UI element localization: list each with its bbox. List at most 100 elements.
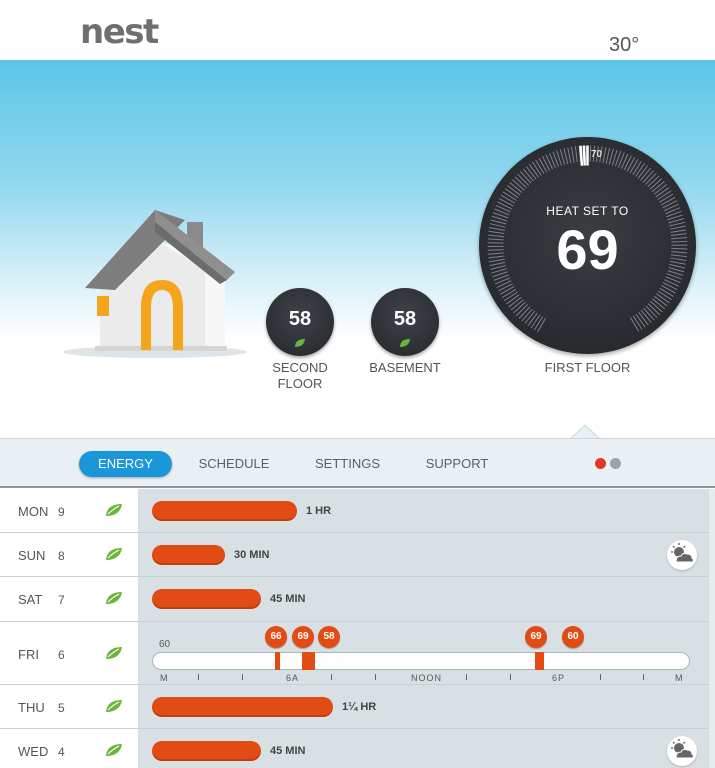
energy-history-list: MON 9 1 HR SUN 8 30 MIN SAT 7 45 MIN FRI… [0, 489, 715, 768]
partly-cloudy-icon[interactable] [667, 540, 697, 570]
dial-tick [626, 157, 636, 172]
thermostat-second-floor[interactable]: 58 [266, 288, 334, 356]
dial-tick [647, 175, 660, 188]
tab-settings[interactable]: SETTINGS [305, 451, 390, 477]
timeline-tick [375, 674, 376, 680]
day-timeline [152, 652, 690, 670]
dial-marker-label: 70 [591, 149, 603, 160]
timeline-label: 6P [552, 673, 566, 683]
energy-row-fri[interactable]: FRI 6 60 66 69 58 69 60 M 6A NOON 6P M [0, 622, 715, 685]
thermostat-first-floor[interactable]: 70 HEAT SET TO 69 [479, 137, 696, 354]
dial-tick [503, 291, 518, 302]
heat-mode-label: HEAT SET TO [546, 204, 629, 218]
energy-row-thu[interactable]: THU 5 1¼ HR [0, 685, 715, 729]
basement-temp: 58 [393, 308, 417, 330]
usage-label: 1¼ HR [342, 701, 377, 713]
set-temperature: 69 [556, 218, 619, 281]
second-floor-temp: 58 [288, 308, 312, 330]
dial-tick [571, 146, 575, 163]
energy-row-sun[interactable]: SUN 8 30 MIN [0, 533, 715, 577]
dial-tick [630, 317, 640, 332]
setpoint-marker[interactable]: 60 [562, 626, 584, 648]
timeline-tick [242, 674, 243, 680]
setpoint-marker[interactable]: 69 [292, 626, 314, 648]
usage-bar [152, 545, 225, 565]
dial-tick [521, 308, 533, 322]
dial-tick [623, 155, 632, 171]
dial-tick [642, 170, 655, 183]
dial-tick [518, 306, 531, 319]
dial-tick [530, 314, 541, 329]
setpoint-marker[interactable]: 69 [525, 626, 547, 648]
timeline-tick [331, 674, 332, 680]
dial-tick [638, 311, 649, 326]
dial-tick [535, 159, 545, 174]
timeline-tick [600, 674, 601, 680]
dial-tick [657, 290, 672, 301]
leaf-icon [106, 744, 122, 756]
usage-label: 30 MIN [234, 549, 270, 561]
dial-tick [525, 166, 537, 180]
tab-energy[interactable]: ENERGY [79, 451, 172, 477]
nest-logo[interactable]: nest [80, 12, 159, 52]
first-floor-label: FIRST FLOOR [544, 360, 631, 375]
energy-row-wed[interactable]: WED 4 45 MIN [0, 729, 715, 768]
heating-segment [275, 652, 280, 670]
thermostat-basement[interactable]: 58 [371, 288, 439, 356]
dial-tick [649, 178, 663, 190]
tab-support[interactable]: SUPPORT [415, 451, 499, 477]
page-dot[interactable] [610, 458, 621, 469]
selection-notch [570, 424, 600, 439]
dial-tick [605, 147, 611, 164]
tab-schedule[interactable]: SCHEDULE [190, 451, 278, 477]
setpoint-marker[interactable]: 58 [318, 626, 340, 648]
dial-tick [629, 158, 639, 174]
setpoint-marker[interactable]: 66 [265, 626, 287, 648]
scrollbar[interactable] [709, 489, 715, 768]
dial-tick [502, 191, 517, 201]
dial-tick [514, 176, 527, 189]
timeline-tick [510, 674, 511, 680]
dial-tick [499, 286, 515, 295]
dial-tick [649, 300, 663, 313]
dial-tick [653, 184, 668, 195]
usage-bar [152, 697, 333, 717]
day-name: SAT [18, 592, 43, 607]
dial-tick [661, 285, 676, 294]
dial-tick [506, 294, 520, 305]
dial-set-tick [582, 145, 586, 166]
timeline-start-temp: 60 [159, 639, 171, 650]
dial-tick [501, 288, 517, 299]
dial-tick [517, 173, 530, 186]
dial-tick [563, 148, 569, 164]
dial-tick [524, 310, 536, 324]
dial-tick [574, 146, 578, 163]
partly-cloudy-icon[interactable] [667, 736, 697, 766]
main-nav: ENERGY SCHEDULE SETTINGS SUPPORT [0, 438, 715, 488]
dial-tick [635, 163, 645, 177]
dial-tick [651, 181, 665, 193]
dial-tick [637, 165, 649, 179]
dial-tick [533, 316, 544, 331]
dial-tick [541, 156, 551, 171]
energy-row-sat[interactable]: SAT 7 45 MIN [0, 577, 715, 622]
leaf-icon [106, 647, 122, 659]
basement-label: BASEMENT [369, 360, 441, 375]
timeline-label: M [675, 673, 684, 683]
dial-tick [538, 157, 548, 173]
second-floor-label: SECOND FLOOR [272, 360, 328, 391]
dial-tick [608, 148, 614, 165]
timeline-tick [466, 674, 467, 680]
dial-tick [655, 187, 670, 198]
dial-tick [537, 317, 546, 333]
timeline-label: M [160, 673, 169, 683]
day-date: 5 [58, 701, 65, 715]
page-dot-active[interactable] [595, 458, 606, 469]
dial-tick [507, 185, 521, 196]
energy-row-mon[interactable]: MON 9 1 HR [0, 489, 715, 533]
dial-tick [527, 312, 538, 327]
usage-bar [152, 501, 297, 521]
day-date: 7 [58, 593, 65, 607]
dial-tick [500, 194, 516, 204]
dial-tick [659, 287, 674, 297]
